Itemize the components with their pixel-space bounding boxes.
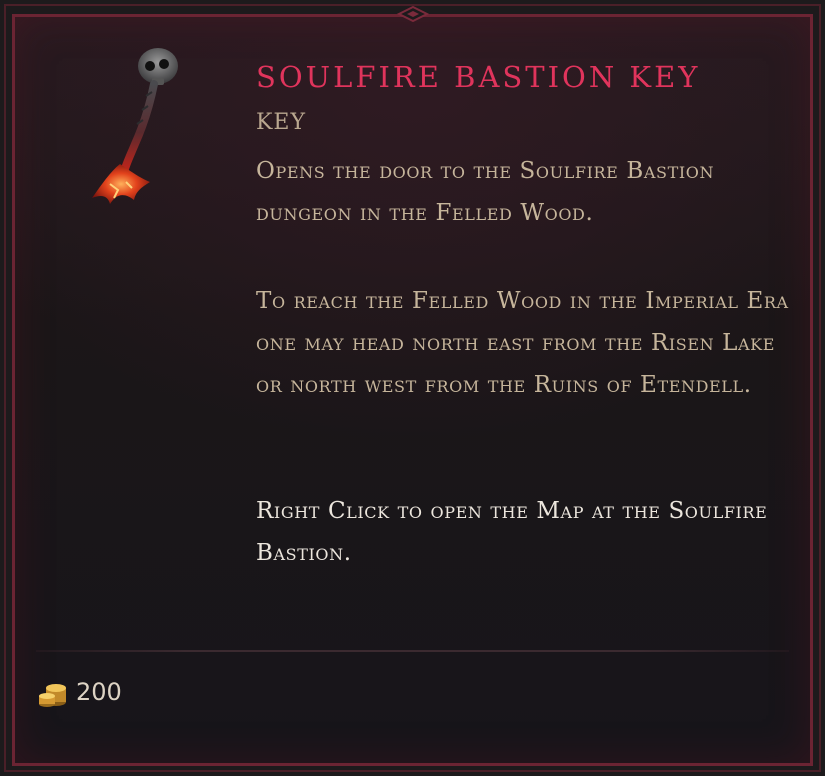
action-hint: Right Click to open the Map at the Soulf… <box>256 498 768 566</box>
item-lore: To reach the Felled Wood in the Imperial… <box>256 288 789 398</box>
skull-key-icon <box>92 48 178 204</box>
item-tooltip: Soulfire Bastion Key Key Opens the door … <box>0 0 825 776</box>
gold-coins-icon <box>39 684 66 707</box>
item-name: Soulfire Bastion Key <box>256 60 701 94</box>
item-type: Key <box>256 110 307 135</box>
divider <box>36 650 789 652</box>
frame-ornament-icon <box>396 6 429 22</box>
gold-value: 200 <box>76 678 122 706</box>
item-description: Opens the door to the Soulfire Bastion d… <box>256 158 715 226</box>
